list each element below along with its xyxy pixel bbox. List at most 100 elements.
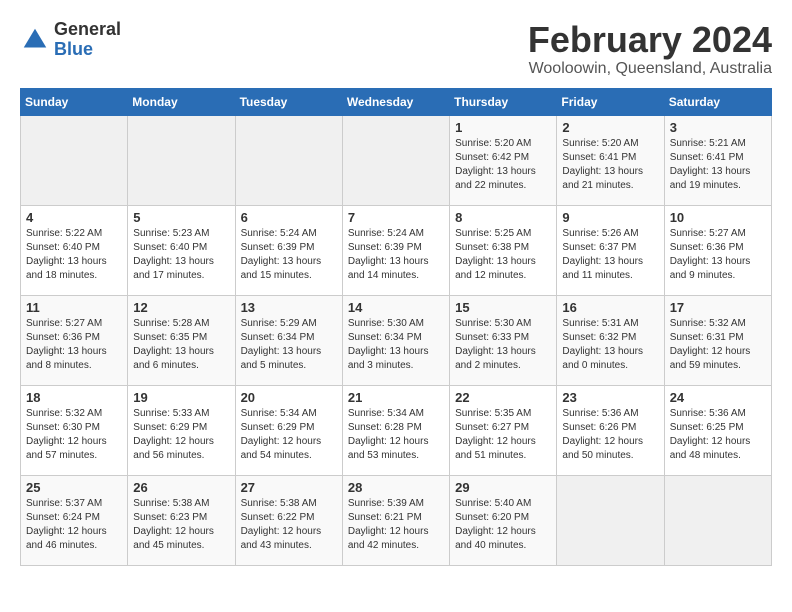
day-info: Sunrise: 5:38 AM Sunset: 6:23 PM Dayligh… xyxy=(133,497,229,553)
logo: General Blue xyxy=(20,20,121,60)
day-number: 17 xyxy=(670,300,766,315)
day-info: Sunrise: 5:20 AM Sunset: 6:42 PM Dayligh… xyxy=(455,137,551,193)
day-info: Sunrise: 5:36 AM Sunset: 6:25 PM Dayligh… xyxy=(670,407,766,463)
day-info: Sunrise: 5:34 AM Sunset: 6:29 PM Dayligh… xyxy=(241,407,337,463)
calendar-cell: 17 Sunrise: 5:32 AM Sunset: 6:31 PM Dayli… xyxy=(664,295,771,385)
day-info: Sunrise: 5:27 AM Sunset: 6:36 PM Dayligh… xyxy=(26,317,122,373)
day-number: 14 xyxy=(348,300,444,315)
day-info: Sunrise: 5:30 AM Sunset: 6:33 PM Dayligh… xyxy=(455,317,551,373)
header-row: SundayMondayTuesdayWednesdayThursdayFrid… xyxy=(21,88,772,115)
header-day-saturday: Saturday xyxy=(664,88,771,115)
day-info: Sunrise: 5:21 AM Sunset: 6:41 PM Dayligh… xyxy=(670,137,766,193)
day-info: Sunrise: 5:32 AM Sunset: 6:31 PM Dayligh… xyxy=(670,317,766,373)
calendar-cell: 16 Sunrise: 5:31 AM Sunset: 6:32 PM Dayli… xyxy=(557,295,664,385)
calendar-cell xyxy=(128,115,235,205)
header-day-sunday: Sunday xyxy=(21,88,128,115)
calendar-cell: 14 Sunrise: 5:30 AM Sunset: 6:34 PM Dayli… xyxy=(342,295,449,385)
calendar-cell: 8 Sunrise: 5:25 AM Sunset: 6:38 PM Daylig… xyxy=(450,205,557,295)
day-number: 6 xyxy=(241,210,337,225)
location: Wooloowin, Queensland, Australia xyxy=(528,60,772,78)
calendar-cell: 12 Sunrise: 5:28 AM Sunset: 6:35 PM Dayli… xyxy=(128,295,235,385)
calendar-cell: 13Sunrise: 5:29 AM Sunset: 6:34 PM Dayli… xyxy=(235,295,342,385)
calendar-cell xyxy=(235,115,342,205)
day-info: Sunrise: 5:36 AM Sunset: 6:26 PM Dayligh… xyxy=(562,407,658,463)
day-number: 12 xyxy=(133,300,229,315)
calendar-table: SundayMondayTuesdayWednesdayThursdayFrid… xyxy=(20,88,772,566)
day-info: Sunrise: 5:40 AM Sunset: 6:20 PM Dayligh… xyxy=(455,497,551,553)
calendar-cell: 21 Sunrise: 5:34 AM Sunset: 6:28 PM Dayli… xyxy=(342,385,449,475)
calendar-cell xyxy=(557,475,664,565)
header-day-friday: Friday xyxy=(557,88,664,115)
day-number: 10 xyxy=(670,210,766,225)
logo-text: General Blue xyxy=(54,20,121,60)
day-info: Sunrise: 5:33 AM Sunset: 6:29 PM Dayligh… xyxy=(133,407,229,463)
logo-blue: Blue xyxy=(54,39,93,59)
day-info: Sunrise: 5:31 AM Sunset: 6:32 PM Dayligh… xyxy=(562,317,658,373)
day-number: 2 xyxy=(562,120,658,135)
calendar-cell: 7Sunrise: 5:24 AM Sunset: 6:39 PM Daylig… xyxy=(342,205,449,295)
day-number: 27 xyxy=(241,480,337,495)
day-number: 9 xyxy=(562,210,658,225)
calendar-cell: 27 Sunrise: 5:38 AM Sunset: 6:22 PM Dayli… xyxy=(235,475,342,565)
header: General Blue February 2024 Wooloowin, Qu… xyxy=(20,20,772,78)
day-number: 16 xyxy=(562,300,658,315)
calendar-cell: 20Sunrise: 5:34 AM Sunset: 6:29 PM Dayli… xyxy=(235,385,342,475)
day-info: Sunrise: 5:39 AM Sunset: 6:21 PM Dayligh… xyxy=(348,497,444,553)
day-info: Sunrise: 5:24 AM Sunset: 6:39 PM Dayligh… xyxy=(241,227,337,283)
header-day-thursday: Thursday xyxy=(450,88,557,115)
day-info: Sunrise: 5:26 AM Sunset: 6:37 PM Dayligh… xyxy=(562,227,658,283)
day-number: 8 xyxy=(455,210,551,225)
calendar-cell xyxy=(664,475,771,565)
calendar-cell: 9 Sunrise: 5:26 AM Sunset: 6:37 PM Daylig… xyxy=(557,205,664,295)
day-number: 19 xyxy=(133,390,229,405)
logo-icon xyxy=(20,25,50,55)
calendar-cell: 11 Sunrise: 5:27 AM Sunset: 6:36 PM Dayli… xyxy=(21,295,128,385)
calendar-header: SundayMondayTuesdayWednesdayThursdayFrid… xyxy=(21,88,772,115)
calendar-body: 1 Sunrise: 5:20 AM Sunset: 6:42 PM Daylig… xyxy=(21,115,772,565)
week-row-5: 25Sunrise: 5:37 AM Sunset: 6:24 PM Dayli… xyxy=(21,475,772,565)
day-info: Sunrise: 5:29 AM Sunset: 6:34 PM Dayligh… xyxy=(241,317,337,373)
calendar-cell: 1 Sunrise: 5:20 AM Sunset: 6:42 PM Daylig… xyxy=(450,115,557,205)
day-number: 22 xyxy=(455,390,551,405)
calendar-cell: 23 Sunrise: 5:36 AM Sunset: 6:26 PM Dayli… xyxy=(557,385,664,475)
day-info: Sunrise: 5:38 AM Sunset: 6:22 PM Dayligh… xyxy=(241,497,337,553)
calendar-cell: 22Sunrise: 5:35 AM Sunset: 6:27 PM Dayli… xyxy=(450,385,557,475)
day-number: 29 xyxy=(455,480,551,495)
day-number: 1 xyxy=(455,120,551,135)
header-day-wednesday: Wednesday xyxy=(342,88,449,115)
calendar-cell: 15 Sunrise: 5:30 AM Sunset: 6:33 PM Dayli… xyxy=(450,295,557,385)
day-number: 3 xyxy=(670,120,766,135)
calendar-cell: 5 Sunrise: 5:23 AM Sunset: 6:40 PM Daylig… xyxy=(128,205,235,295)
day-number: 26 xyxy=(133,480,229,495)
day-info: Sunrise: 5:27 AM Sunset: 6:36 PM Dayligh… xyxy=(670,227,766,283)
day-number: 11 xyxy=(26,300,122,315)
day-number: 28 xyxy=(348,480,444,495)
day-number: 15 xyxy=(455,300,551,315)
month-title: February 2024 xyxy=(528,20,772,60)
week-row-2: 4 Sunrise: 5:22 AM Sunset: 6:40 PM Daylig… xyxy=(21,205,772,295)
calendar-cell: 6 Sunrise: 5:24 AM Sunset: 6:39 PM Daylig… xyxy=(235,205,342,295)
day-info: Sunrise: 5:25 AM Sunset: 6:38 PM Dayligh… xyxy=(455,227,551,283)
day-number: 5 xyxy=(133,210,229,225)
day-info: Sunrise: 5:34 AM Sunset: 6:28 PM Dayligh… xyxy=(348,407,444,463)
calendar-cell: 2Sunrise: 5:20 AM Sunset: 6:41 PM Daylig… xyxy=(557,115,664,205)
title-area: February 2024 Wooloowin, Queensland, Aus… xyxy=(528,20,772,78)
day-info: Sunrise: 5:22 AM Sunset: 6:40 PM Dayligh… xyxy=(26,227,122,283)
day-info: Sunrise: 5:32 AM Sunset: 6:30 PM Dayligh… xyxy=(26,407,122,463)
day-info: Sunrise: 5:28 AM Sunset: 6:35 PM Dayligh… xyxy=(133,317,229,373)
logo-general: General xyxy=(54,19,121,39)
week-row-4: 18Sunrise: 5:32 AM Sunset: 6:30 PM Dayli… xyxy=(21,385,772,475)
day-number: 4 xyxy=(26,210,122,225)
day-number: 23 xyxy=(562,390,658,405)
week-row-3: 11 Sunrise: 5:27 AM Sunset: 6:36 PM Dayli… xyxy=(21,295,772,385)
calendar-cell: 26 Sunrise: 5:38 AM Sunset: 6:23 PM Dayli… xyxy=(128,475,235,565)
calendar-cell: 28 Sunrise: 5:39 AM Sunset: 6:21 PM Dayli… xyxy=(342,475,449,565)
header-day-tuesday: Tuesday xyxy=(235,88,342,115)
calendar-cell: 29 Sunrise: 5:40 AM Sunset: 6:20 PM Dayli… xyxy=(450,475,557,565)
day-info: Sunrise: 5:23 AM Sunset: 6:40 PM Dayligh… xyxy=(133,227,229,283)
header-day-monday: Monday xyxy=(128,88,235,115)
calendar-cell xyxy=(21,115,128,205)
day-number: 21 xyxy=(348,390,444,405)
calendar-cell: 10 Sunrise: 5:27 AM Sunset: 6:36 PM Dayli… xyxy=(664,205,771,295)
day-info: Sunrise: 5:30 AM Sunset: 6:34 PM Dayligh… xyxy=(348,317,444,373)
